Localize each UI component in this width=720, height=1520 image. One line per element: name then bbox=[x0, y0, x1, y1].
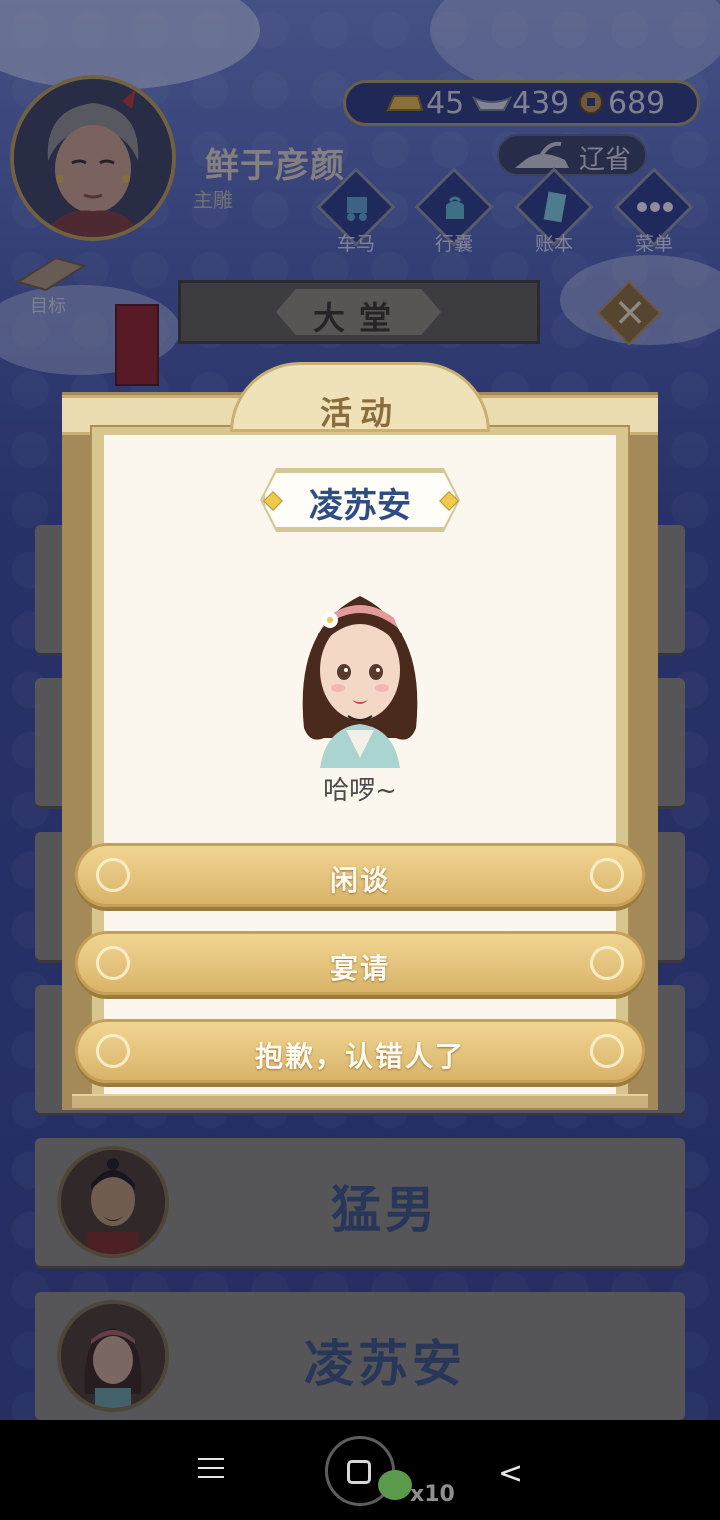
npc-portrait bbox=[302, 596, 418, 768]
dialog-bottom-trim bbox=[72, 1094, 648, 1108]
nav-menu-icon[interactable] bbox=[198, 1458, 224, 1480]
npc-greeting: 哈啰~ bbox=[323, 776, 397, 806]
npc-name: 凌苏安 bbox=[309, 486, 411, 526]
apologize-option-label: 抱歉，认错人了 bbox=[254, 1040, 465, 1073]
frog-icon bbox=[378, 1470, 412, 1500]
multiplier-badge: x10 bbox=[410, 1482, 455, 1507]
home-icon bbox=[347, 1460, 371, 1484]
banquet-option-button[interactable]: 宴请 bbox=[75, 931, 645, 995]
dialog-title: 活动 bbox=[319, 394, 400, 432]
apologize-option-button[interactable]: 抱歉，认错人了 bbox=[75, 1019, 645, 1083]
banquet-option-label: 宴请 bbox=[329, 952, 390, 985]
chat-option-label: 闲谈 bbox=[329, 864, 390, 897]
chat-option-button[interactable]: 闲谈 bbox=[75, 843, 645, 907]
back-icon[interactable]: < bbox=[498, 1456, 523, 1491]
